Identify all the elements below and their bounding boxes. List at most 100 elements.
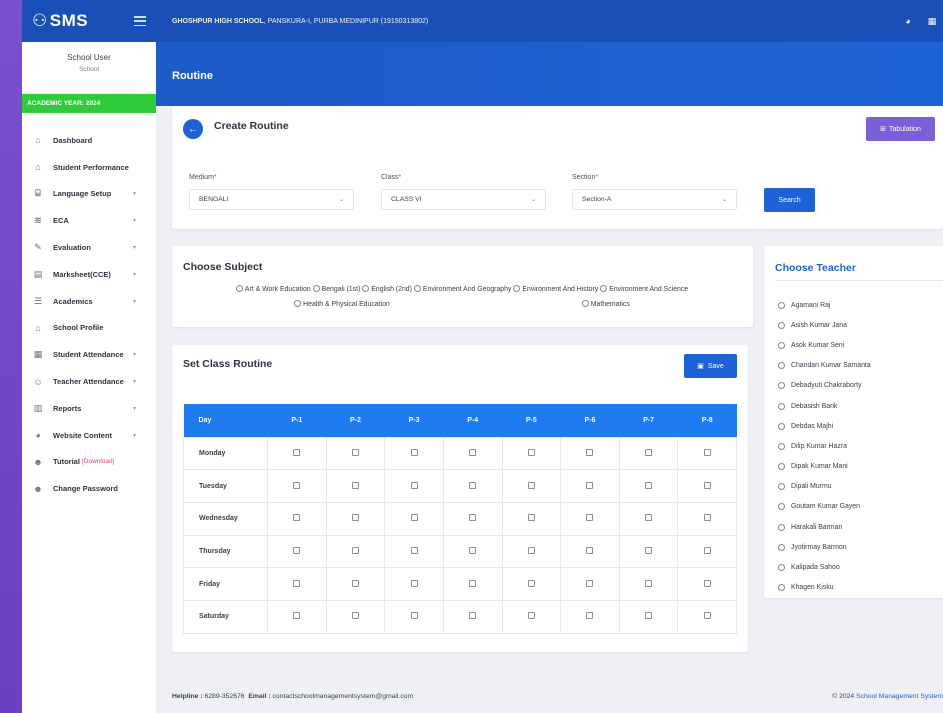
teacher-radio-option[interactable]: Goutam Kumar Gayen [778,497,871,517]
period-checkbox[interactable] [527,612,535,620]
period-checkbox[interactable] [293,514,301,522]
period-checkbox[interactable] [645,448,653,456]
tabulation-button[interactable]: ⊞ Tabulation [866,117,935,141]
teacher-radio-option[interactable]: Dilip Kumar Hazra [778,436,871,456]
radio-icon[interactable] [778,382,785,390]
radio-icon[interactable] [778,301,785,309]
brand-logo[interactable]: ⚇ SMS [32,11,88,31]
period-checkbox[interactable] [469,514,477,522]
radio-icon[interactable] [778,442,785,450]
period-checkbox[interactable] [527,481,535,489]
sidebar-item-website-content[interactable]: ◕ Website Content ▾ [22,422,156,449]
period-checkbox[interactable] [351,448,359,456]
period-checkbox[interactable] [293,448,301,456]
radio-icon[interactable] [778,543,785,551]
sidebar-item-tutorial[interactable]: ☻ Tutorial [Download] [22,449,156,476]
period-checkbox[interactable] [527,546,535,554]
radio-icon[interactable] [513,285,521,292]
medium-select[interactable]: BENGALI ⌄ [189,189,354,210]
subject-radio-option[interactable]: English (2nd) [362,283,412,298]
subject-radio-option[interactable]: Environment And Science [600,283,688,298]
period-checkbox[interactable] [703,546,711,554]
period-checkbox[interactable] [586,579,594,587]
sidebar-item-reports[interactable]: ▥ Reports ▾ [22,395,156,422]
period-checkbox[interactable] [645,612,653,620]
period-checkbox[interactable] [645,579,653,587]
radio-icon[interactable] [778,362,785,370]
sidebar-item-evaluation[interactable]: ✎ Evaluation ▾ [22,234,156,261]
period-checkbox[interactable] [527,448,535,456]
period-checkbox[interactable] [351,612,359,620]
teacher-radio-option[interactable]: Debadyuti Chakraborty [778,376,871,396]
radio-icon[interactable] [778,463,785,471]
radio-icon[interactable] [294,299,302,307]
radio-icon[interactable] [778,402,785,410]
period-checkbox[interactable] [410,448,418,456]
email-value[interactable]: contactschoolmanagementsystem@gmail.com [273,693,414,700]
radio-icon[interactable] [362,285,370,292]
sidebar-item-academics[interactable]: ☰ Academics ▾ [22,288,156,315]
period-checkbox[interactable] [703,579,711,587]
section-select[interactable]: Section-A ⌄ [572,189,737,210]
period-checkbox[interactable] [703,481,711,489]
period-checkbox[interactable] [645,514,653,522]
radio-icon[interactable] [778,564,785,572]
radio-icon[interactable] [778,341,785,349]
sidebar-item-teacher-attendance[interactable]: ☺ Teacher Attendance ▾ [22,368,156,395]
period-checkbox[interactable] [351,579,359,587]
period-checkbox[interactable] [351,546,359,554]
period-checkbox[interactable] [586,612,594,620]
period-checkbox[interactable] [410,546,418,554]
period-checkbox[interactable] [469,579,477,587]
teacher-radio-option[interactable]: Dipali Murmu [778,477,871,497]
period-checkbox[interactable] [293,579,301,587]
teacher-radio-option[interactable]: Asish Kumar Jana [778,315,871,335]
period-checkbox[interactable] [586,514,594,522]
teacher-radio-option[interactable]: Harakali Barman [778,517,871,537]
menu-toggle-icon[interactable] [134,16,146,26]
period-checkbox[interactable] [410,612,418,620]
period-checkbox[interactable] [410,481,418,489]
back-button[interactable]: ← [183,119,203,139]
subject-radio-option[interactable]: Mathematics [581,298,630,313]
download-link[interactable]: [Download] [82,458,115,465]
period-checkbox[interactable] [293,481,301,489]
subject-radio-option[interactable]: Bengali (1st) [312,283,360,298]
radio-icon[interactable] [235,285,243,292]
teacher-radio-option[interactable]: Debasish Barik [778,396,871,416]
period-checkbox[interactable] [469,612,477,620]
teacher-radio-option[interactable]: Chandan Kumar Samanta [778,356,871,376]
period-checkbox[interactable] [586,481,594,489]
sidebar-item-school-profile[interactable]: ⌂ School Profile [22,315,156,342]
teacher-radio-option[interactable]: Kalipada Sahoo [778,557,871,577]
period-checkbox[interactable] [469,481,477,489]
period-checkbox[interactable] [645,546,653,554]
sidebar-item-student-performance[interactable]: ⌂ Student Performance [22,154,156,181]
period-checkbox[interactable] [293,612,301,620]
teacher-radio-option[interactable]: Debdas Majhi [778,416,871,436]
apps-grid-icon[interactable]: ▦ [927,16,937,26]
globe-icon[interactable]: ◕ [903,16,913,26]
period-checkbox[interactable] [703,448,711,456]
radio-icon[interactable] [581,299,589,307]
teacher-radio-option[interactable]: Asok Kumar Seni [778,335,871,355]
teacher-radio-option[interactable]: Agamani Raj [778,295,871,315]
period-checkbox[interactable] [469,546,477,554]
period-checkbox[interactable] [586,448,594,456]
period-checkbox[interactable] [527,514,535,522]
sidebar-item-marksheet-cce[interactable]: ▤ Marksheet(CCE) ▾ [22,261,156,288]
teacher-radio-option[interactable]: Khagen Kisku [778,578,871,598]
sidebar-item-eca[interactable]: ≋ ECA ▾ [22,207,156,234]
radio-icon[interactable] [600,285,608,292]
radio-icon[interactable] [413,285,421,292]
sidebar-item-dashboard[interactable]: ⌂ Dashboard [22,127,156,154]
sidebar-item-language-setup[interactable]: ⌸ Language Setup ▾ [22,181,156,208]
radio-icon[interactable] [778,321,785,329]
period-checkbox[interactable] [351,481,359,489]
copyright-link[interactable]: School Management System [856,693,943,700]
period-checkbox[interactable] [469,448,477,456]
radio-icon[interactable] [778,584,785,592]
radio-icon[interactable] [778,483,785,491]
radio-icon[interactable] [778,503,785,511]
search-button[interactable]: Search [764,188,815,212]
